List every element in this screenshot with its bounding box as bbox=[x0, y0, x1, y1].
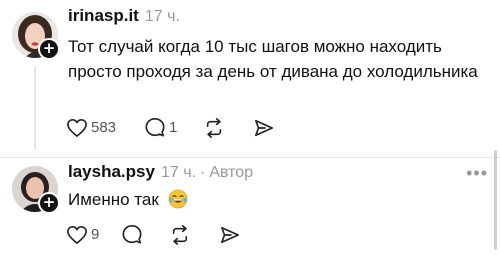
avatar-container[interactable]: + bbox=[12, 166, 60, 214]
post-text: Тот случай когда 10 тыс шагов можно нахо… bbox=[68, 37, 478, 81]
heart-icon bbox=[67, 225, 87, 244]
scrollbar[interactable] bbox=[494, 150, 497, 250]
like-button[interactable]: 9 bbox=[66, 225, 99, 245]
post-actions: 9 bbox=[66, 224, 241, 245]
heart-icon bbox=[67, 118, 87, 137]
thread-line bbox=[34, 66, 36, 150]
send-icon bbox=[255, 119, 274, 136]
timestamp: 17 ч. bbox=[160, 164, 196, 181]
avatar-container[interactable]: + bbox=[12, 12, 60, 60]
follow-plus-icon[interactable]: + bbox=[38, 192, 60, 214]
post-actions: 583 1 bbox=[66, 117, 275, 138]
comment-icon bbox=[145, 118, 165, 137]
share-button[interactable] bbox=[253, 118, 275, 138]
like-count: 583 bbox=[91, 119, 117, 136]
post-header: irinasp.it 17 ч. bbox=[68, 6, 180, 26]
post-item: + irinasp.it 17 ч. Тот случай когда 10 т… bbox=[0, 0, 500, 157]
comment-icon bbox=[122, 225, 142, 244]
more-options-icon[interactable]: ••• bbox=[466, 164, 488, 182]
laughing-tears-emoji bbox=[168, 189, 187, 209]
share-button[interactable] bbox=[219, 225, 241, 245]
send-icon bbox=[221, 226, 240, 243]
follow-plus-icon[interactable]: + bbox=[38, 38, 60, 60]
username[interactable]: laysha.psy bbox=[68, 162, 155, 182]
repost-icon bbox=[207, 117, 222, 138]
like-count: 9 bbox=[91, 226, 100, 243]
repost-icon bbox=[173, 224, 188, 245]
separator: · bbox=[199, 164, 206, 181]
reply-button[interactable] bbox=[121, 224, 143, 245]
post-text: Именно так bbox=[68, 190, 159, 209]
timestamp: 17 ч. bbox=[144, 8, 180, 25]
repost-button[interactable] bbox=[203, 117, 225, 138]
post-text-wrap: Именно так bbox=[68, 187, 188, 212]
author-label: Автор bbox=[209, 164, 254, 181]
username[interactable]: irinasp.it bbox=[68, 6, 139, 26]
reply-button[interactable]: 1 bbox=[144, 117, 177, 138]
repost-button[interactable] bbox=[169, 224, 191, 245]
like-button[interactable]: 583 bbox=[66, 118, 116, 138]
reply-count: 1 bbox=[169, 119, 178, 136]
post-header: laysha.psy 17 ч. · Автор bbox=[68, 162, 253, 182]
